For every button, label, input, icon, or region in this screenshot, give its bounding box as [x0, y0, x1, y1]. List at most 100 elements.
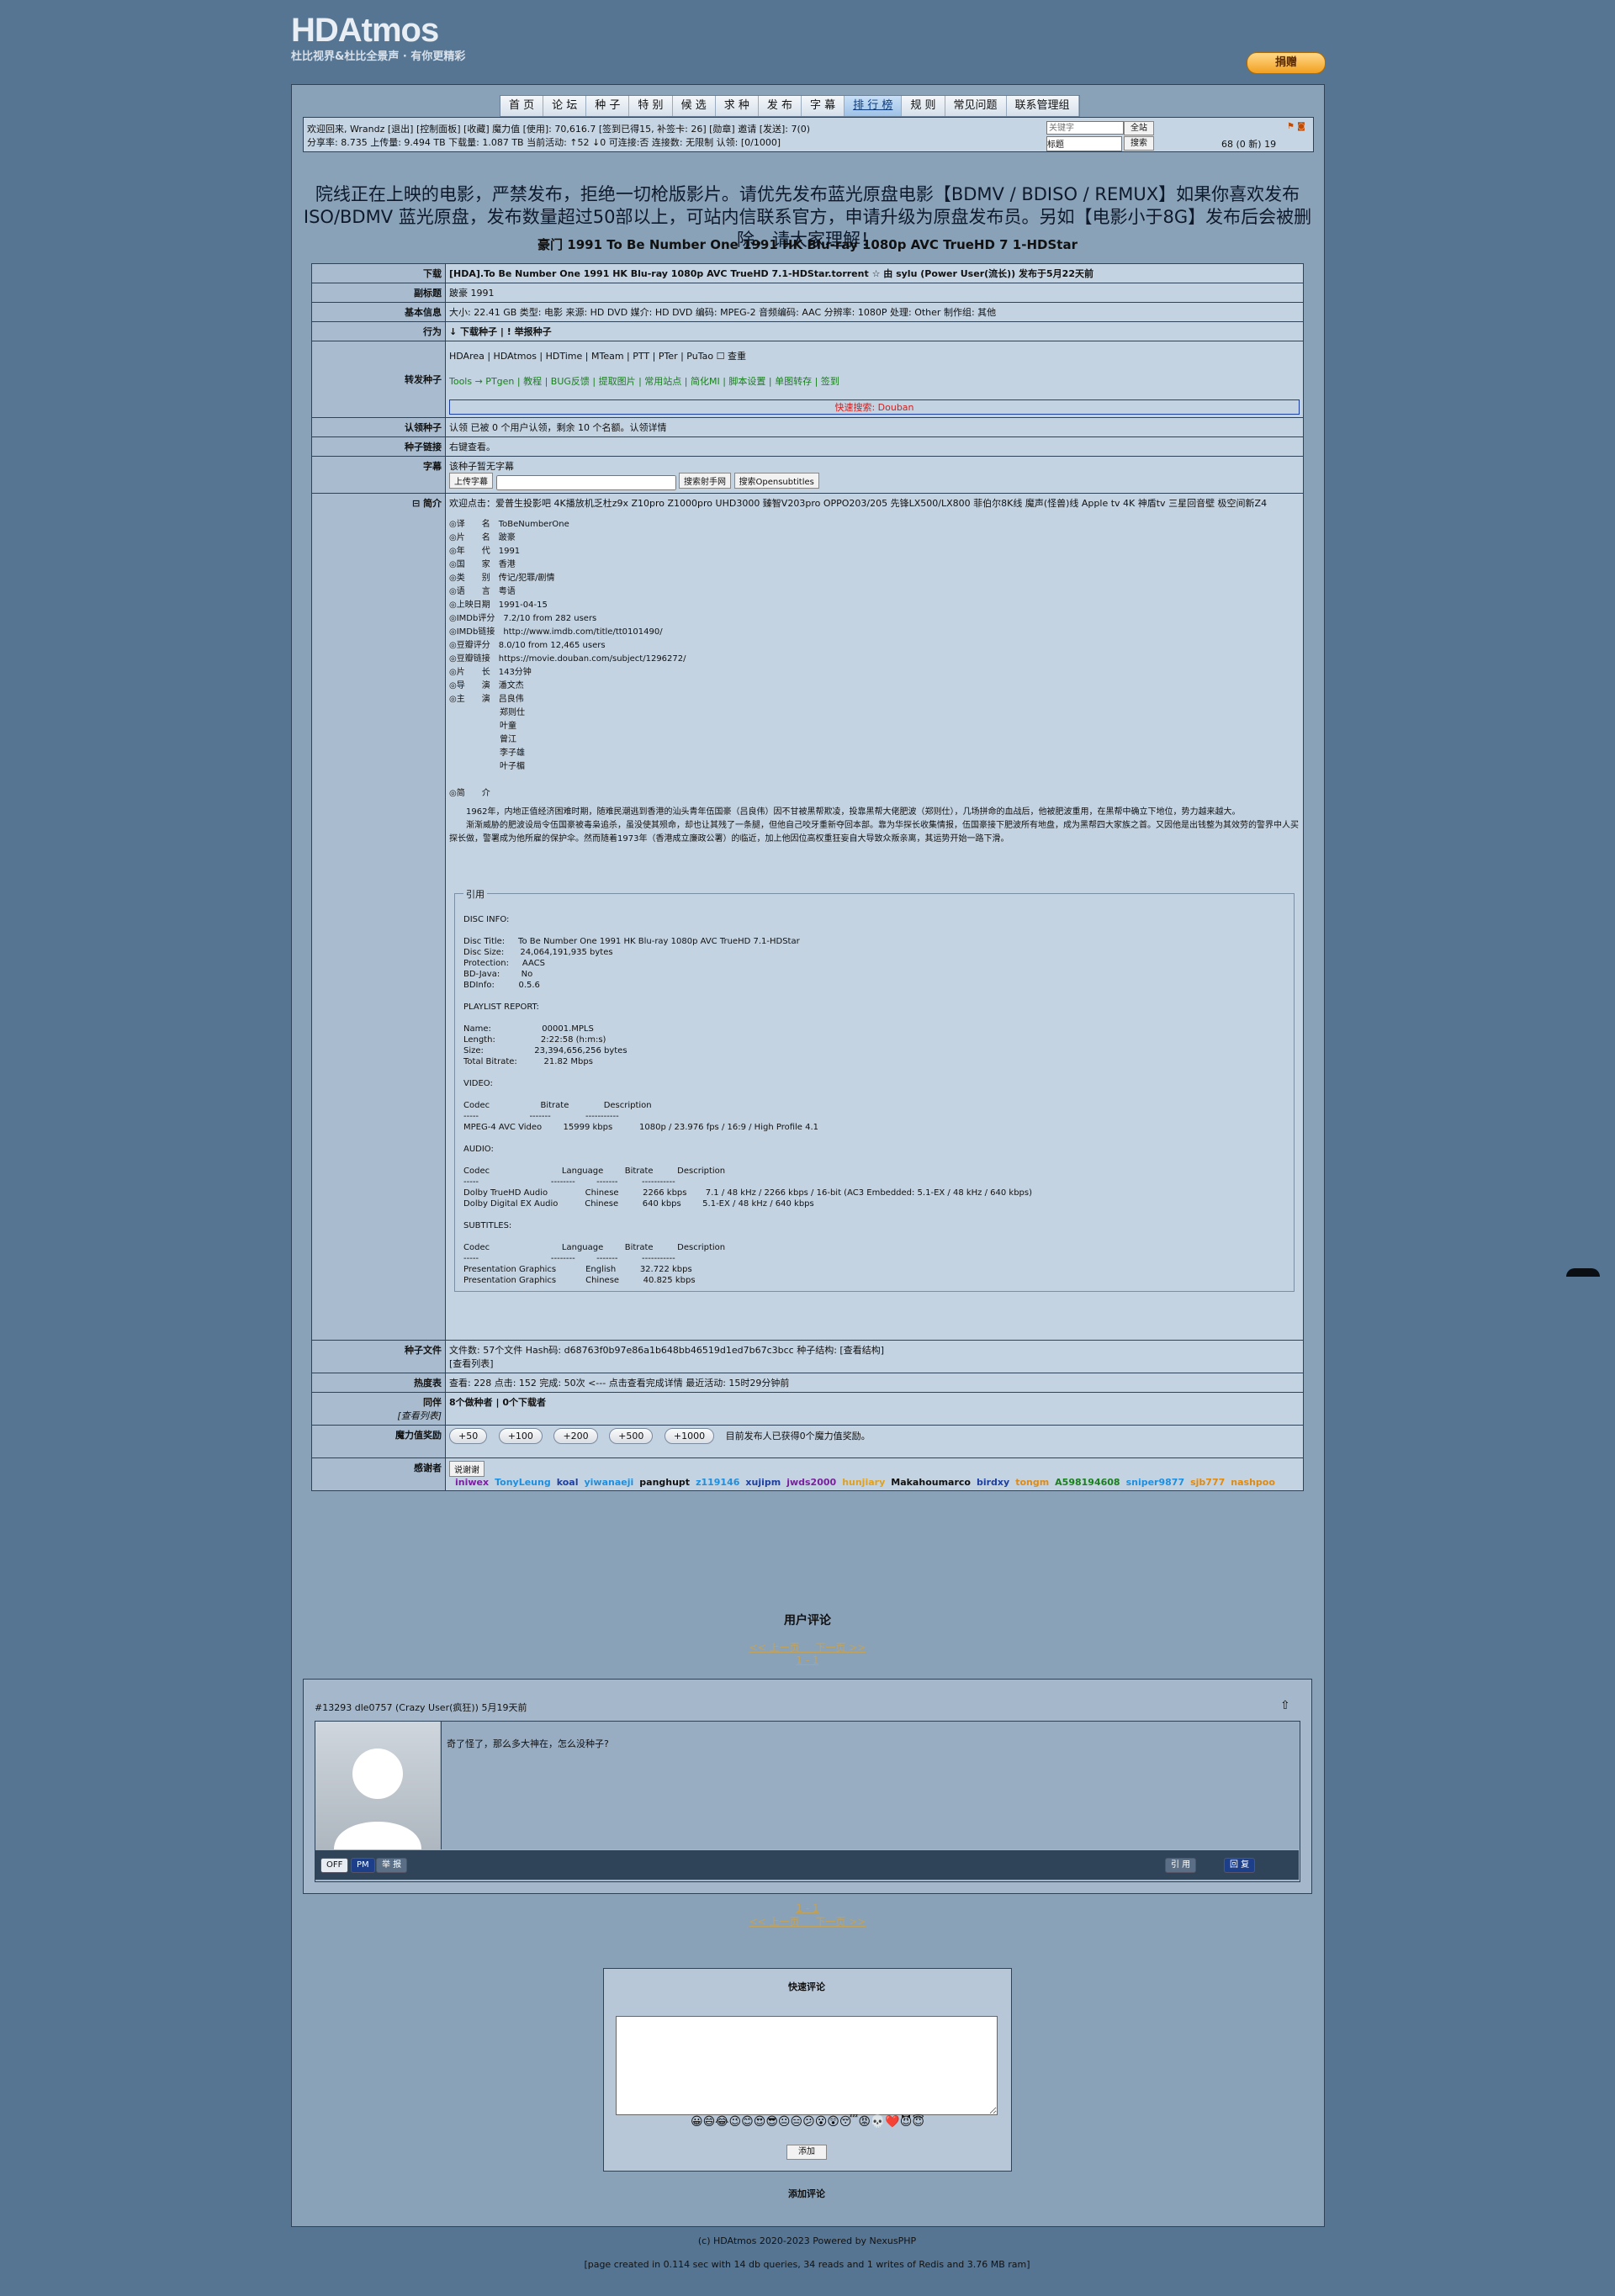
files-cell: 文件数: 57个文件 Hash码: d68763f0b97e86a1b648bb…: [445, 1339, 1304, 1373]
search-scope-select[interactable]: 标题: [1046, 136, 1122, 151]
nav-home[interactable]: 首 页: [500, 96, 544, 116]
sub-search-input[interactable]: [495, 474, 676, 490]
subs-cell: 该种子暂无字幕 上传字幕 搜索射手网 搜索Opensubtitles: [445, 456, 1304, 494]
label-basic: 基本信息: [311, 302, 446, 322]
user-info-line1[interactable]: 欢迎回来, Wrandz [退出] [控制面板] [收藏] 魔力值 [使用]: …: [307, 122, 810, 135]
next-page-link[interactable]: 下一页 >>: [816, 1642, 866, 1653]
thanks-user[interactable]: yiwanaeji: [584, 1477, 633, 1488]
bonus-200-button[interactable]: +200: [553, 1427, 598, 1444]
thanks-user[interactable]: nashpoo: [1231, 1477, 1275, 1488]
rss-icon[interactable]: ⚑ ◙: [1287, 122, 1305, 131]
upload-sub-button[interactable]: 上传字幕: [449, 473, 493, 489]
label-forward: 转发种子: [311, 341, 446, 418]
reply-comment-button[interactable]: 回 复: [1224, 1858, 1256, 1873]
user-info-bar: 欢迎回来, Wrandz [退出] [控制面板] [收藏] 魔力值 [使用]: …: [303, 117, 1314, 152]
hot-info[interactable]: 查看: 228 点击: 152 完成: 50次 <--- 点击查看完成详情 最近…: [445, 1372, 1304, 1393]
thanks-user[interactable]: Makahoumarco: [891, 1477, 971, 1488]
bonus-100-button[interactable]: +100: [498, 1427, 543, 1444]
files-list-link[interactable]: [查看列表]: [449, 1357, 1300, 1370]
quick-comment-textarea[interactable]: [616, 2016, 998, 2115]
footer-copyright: (c) HDAtmos 2020-2023 Powered by NexusPH…: [697, 2235, 917, 2246]
search-all-button[interactable]: 全站: [1124, 121, 1154, 135]
donate-button[interactable]: 捐赠: [1247, 52, 1326, 74]
nav-faq[interactable]: 常见问题: [945, 96, 1007, 116]
thanks-user[interactable]: tongm: [1015, 1477, 1049, 1488]
thanks-user[interactable]: TonyLeung: [495, 1477, 551, 1488]
nav-requests[interactable]: 求 种: [715, 96, 759, 116]
label-intro[interactable]: ⊟ 简介: [311, 492, 446, 1341]
site-logo[interactable]: HDAtmos 杜比视界&杜比全景声 · 有你更精彩: [291, 12, 493, 71]
bdinfo-quote: 引用 DISC INFO: Disc Title: To Be Number O…: [454, 886, 1295, 1292]
nav-subtitles[interactable]: 字 幕: [801, 96, 845, 116]
page-range[interactable]: 1 - 1: [294, 1654, 1321, 1666]
quick-search-box[interactable]: 快速搜索: Douban: [449, 399, 1300, 415]
thanks-user[interactable]: A598194608: [1055, 1477, 1120, 1488]
torrent-link[interactable]: 右键查看。: [445, 436, 1304, 457]
row-intro: ⊟ 简介 欢迎点击：爱普生投影吧 4K播放机乏杜z9x Z10pro Z1000…: [311, 492, 1304, 1341]
forward-sites[interactable]: HDArea | HDAtmos | HDTime | MTeam | PTT …: [449, 349, 1300, 362]
say-thanks-button[interactable]: 说谢谢: [449, 1460, 484, 1477]
next-page-link-bottom[interactable]: 下一页 >>: [816, 1916, 866, 1928]
quote-comment-button[interactable]: 引 用: [1165, 1858, 1197, 1873]
side-widget-icon[interactable]: [1566, 1268, 1600, 1277]
comment-meta[interactable]: #13293 dle0757 (Crazy User(疯狂)) 5月19天前: [315, 1701, 527, 1714]
nav-candidates[interactable]: 候 选: [672, 96, 716, 116]
add-comment-link[interactable]: 添加评论: [603, 2187, 1010, 2200]
avatar[interactable]: [315, 1722, 440, 1849]
smilies-row[interactable]: 😀😄😂😉😊😍😎😐😑😕😮😲😴😡💀❤️😈😇: [673, 2115, 942, 2129]
thanks-user[interactable]: sjb777: [1190, 1477, 1225, 1488]
download-link[interactable]: [HDA].To Be Number One 1991 HK Blu-ray 1…: [445, 263, 1304, 283]
bonus-1000-button[interactable]: +1000: [664, 1427, 715, 1444]
row-subs: 字幕 该种子暂无字幕 上传字幕 搜索射手网 搜索Opensubtitles: [311, 456, 1304, 494]
row-hot: 热度表 查看: 228 点击: 152 完成: 50次 <--- 点击查看完成详…: [311, 1372, 1304, 1393]
prev-page-link[interactable]: << 上一页: [749, 1642, 800, 1653]
pm-button[interactable]: PM: [351, 1858, 375, 1873]
label-peers-cell: 同伴 [查看列表]: [311, 1391, 446, 1426]
peers-list-link[interactable]: [查看列表]: [315, 1409, 442, 1422]
label-subtitle: 副标题: [311, 283, 446, 303]
nav-upload[interactable]: 发 布: [758, 96, 802, 116]
claim-info[interactable]: 认领 已被 0 个用户认领，剩余 10 个名额。认领详情: [445, 417, 1304, 437]
thanks-user[interactable]: koal: [557, 1477, 579, 1488]
intro-ad[interactable]: 欢迎点击：爱普生投影吧 4K播放机乏杜z9x Z10pro Z1000pro U…: [449, 496, 1300, 510]
nav-forum[interactable]: 论 坛: [543, 96, 587, 116]
prev-page-link-bottom[interactable]: << 上一页: [749, 1916, 800, 1928]
label-files: 种子文件: [311, 1339, 446, 1373]
forward-tools[interactable]: Tools → PTgen | 教程 | BUG反馈 | 提取图片 | 常用站点…: [449, 374, 1300, 388]
row-download: 下载 [HDA].To Be Number One 1991 HK Blu-ra…: [311, 263, 1304, 283]
thanks-user[interactable]: jwds2000: [786, 1477, 836, 1488]
logo-text: HDAtmos: [291, 12, 439, 49]
nav-contact[interactable]: 联系管理组: [1006, 96, 1079, 116]
search-opensubtitles-button[interactable]: 搜索Opensubtitles: [733, 473, 819, 489]
report-comment-button[interactable]: 举 报: [376, 1858, 408, 1873]
files-info[interactable]: 文件数: 57个文件 Hash码: d68763f0b97e86a1b648bb…: [449, 1343, 1300, 1357]
peers-info[interactable]: 8个做种者 | 0个下载者: [445, 1391, 1304, 1426]
messages-counter[interactable]: 68 (0 新) 19: [1221, 137, 1276, 151]
nav-ranking[interactable]: 排 行 榜: [845, 96, 903, 116]
intro-cell: 欢迎点击：爱普生投影吧 4K播放机乏杜z9x Z10pro Z1000pro U…: [445, 492, 1304, 1341]
bonus-status: 目前发布人已获得0个魔力值奖励。: [725, 1430, 871, 1442]
bonus-500-button[interactable]: +500: [609, 1427, 654, 1444]
bonus-cell: +50 +100 +200 +500 +1000 目前发布人已获得0个魔力值奖励…: [445, 1424, 1304, 1458]
intro-text: 1962年，内地正值经济困难时期，随难民潮逃到香港的汕头青年伍国豪（吕良伟）因不…: [449, 807, 1299, 844]
thanks-user[interactable]: sniper9877: [1126, 1477, 1185, 1488]
add-comment-button[interactable]: 添加: [786, 2145, 827, 2160]
thanks-user[interactable]: z119146: [696, 1477, 739, 1488]
nav-torrents[interactable]: 种 子: [586, 96, 630, 116]
search-input[interactable]: [1046, 121, 1124, 135]
row-forward: 转发种子 HDArea | HDAtmos | HDTime | MTeam |…: [311, 341, 1304, 418]
search-button[interactable]: 搜索: [1124, 136, 1154, 151]
nav-rules[interactable]: 规 则: [902, 96, 945, 116]
thanks-user[interactable]: hunjiary: [842, 1477, 885, 1488]
nav-special[interactable]: 特 别: [629, 96, 673, 116]
thanks-user[interactable]: iniwex: [455, 1477, 489, 1488]
thanks-user[interactable]: xujipm: [745, 1477, 781, 1488]
scroll-top-icon[interactable]: ⇧: [1280, 1699, 1290, 1712]
page-range-bottom[interactable]: 1 - 1: [294, 1902, 1321, 1914]
thanks-user[interactable]: birdxy: [977, 1477, 1009, 1488]
bonus-50-button[interactable]: +50: [449, 1427, 488, 1444]
action-links[interactable]: ↓ 下载种子 | ! 举报种子: [445, 321, 1304, 341]
thanks-user[interactable]: panghupt: [639, 1477, 690, 1488]
search-shooter-button[interactable]: 搜索射手网: [679, 473, 731, 489]
label-bonus: 魔力值奖励: [311, 1424, 446, 1458]
